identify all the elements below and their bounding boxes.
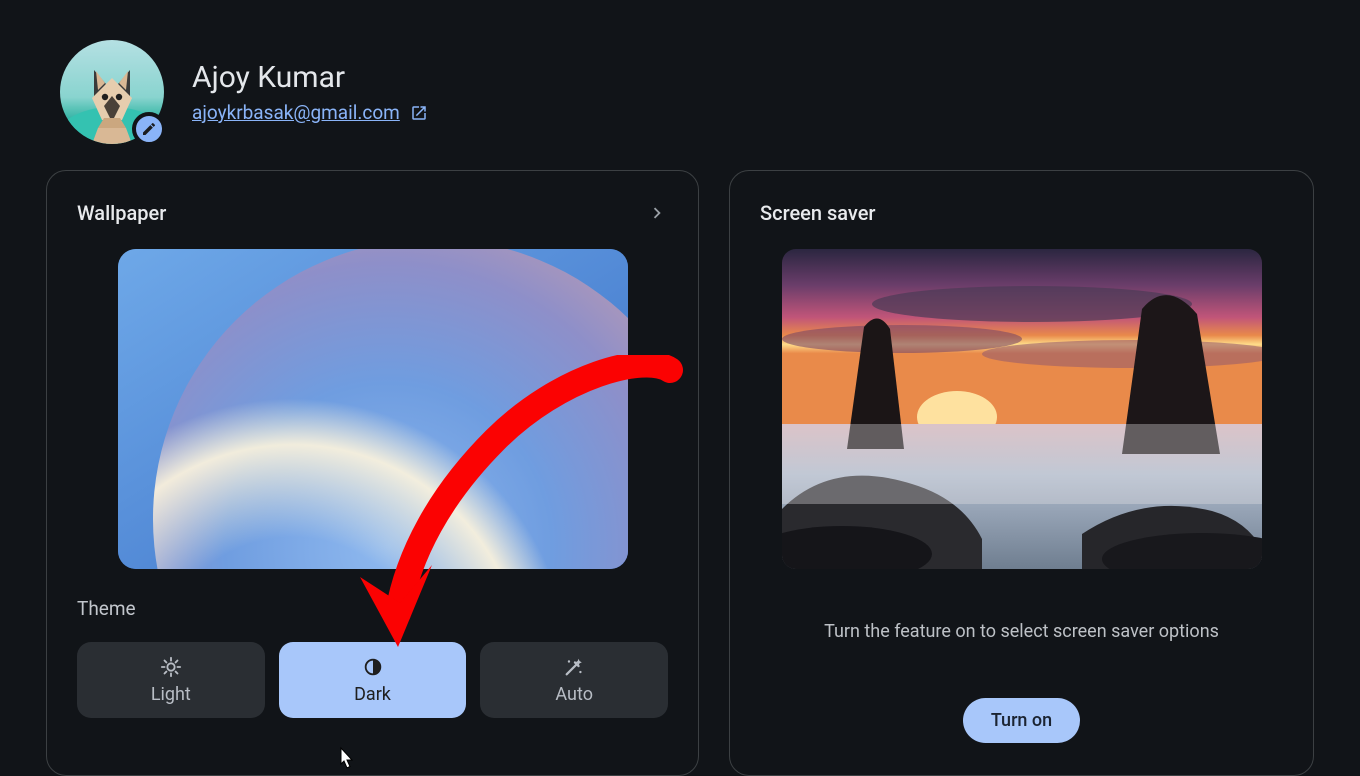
profile-text: Ajoy Kumar ajoykrbasak@gmail.com: [192, 60, 428, 124]
theme-dark-label: Dark: [354, 684, 391, 705]
screensaver-title: Screen saver: [760, 201, 875, 225]
screensaver-card: Screen saver: [729, 170, 1314, 776]
theme-label: Theme: [77, 597, 136, 620]
screensaver-header: Screen saver: [760, 201, 1283, 225]
wallpaper-theme-card: Wallpaper: [46, 170, 699, 776]
theme-auto-label: Auto: [555, 684, 593, 705]
profile-email: ajoykrbasak@gmail.com: [192, 101, 400, 124]
wallpaper-preview[interactable]: [118, 249, 628, 569]
open-in-new-icon: [410, 104, 428, 122]
profile-header: Ajoy Kumar ajoykrbasak@gmail.com: [0, 0, 1360, 144]
pencil-icon: [141, 121, 157, 137]
wallpaper-header[interactable]: Wallpaper: [77, 201, 668, 225]
screensaver-turn-on-button[interactable]: Turn on: [963, 698, 1080, 743]
theme-option-light[interactable]: Light: [77, 642, 265, 718]
theme-option-auto[interactable]: Auto: [480, 642, 668, 718]
auto-awesome-icon: [563, 656, 585, 678]
theme-light-label: Light: [151, 684, 191, 705]
theme-option-dark[interactable]: Dark: [279, 642, 467, 718]
cursor-icon: [333, 746, 357, 774]
screensaver-preview: [782, 249, 1262, 569]
edit-avatar-button[interactable]: [132, 112, 166, 146]
screensaver-description: Turn the feature on to select screen sav…: [824, 621, 1219, 642]
avatar-container[interactable]: [60, 40, 164, 144]
profile-name: Ajoy Kumar: [192, 60, 428, 95]
theme-options: Light Dark Au: [77, 642, 668, 718]
brightness-icon: [160, 656, 182, 678]
wallpaper-title: Wallpaper: [77, 201, 166, 225]
chevron-right-icon: [646, 202, 668, 224]
contrast-icon: [362, 656, 384, 678]
profile-email-link[interactable]: ajoykrbasak@gmail.com: [192, 101, 428, 124]
